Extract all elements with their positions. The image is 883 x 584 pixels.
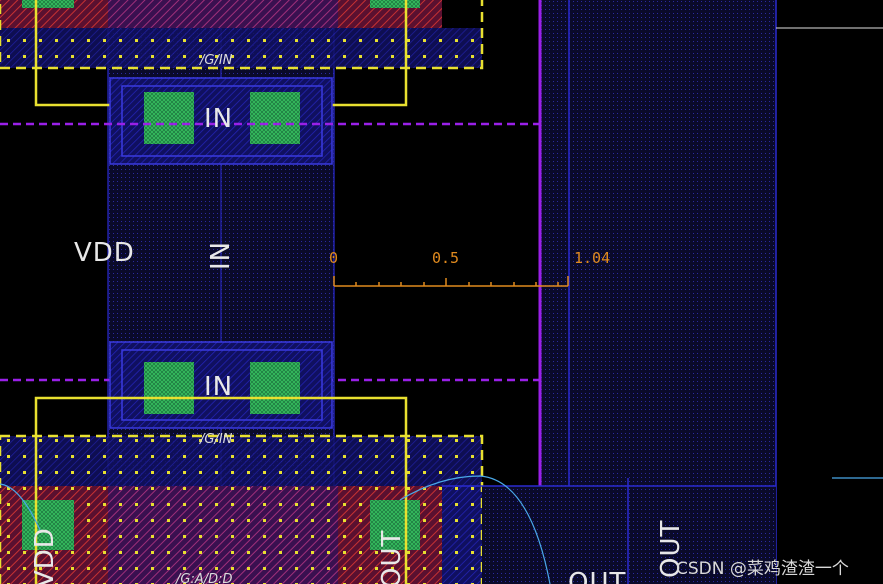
contact-upper-left — [144, 92, 194, 144]
gvdd-label-bottom: /G:A/D:D — [176, 572, 233, 584]
ruler-tick-half: 0.5 — [432, 249, 460, 267]
contact-top-left — [22, 0, 74, 8]
contact-top-right — [370, 0, 420, 8]
layout-drawing[interactable] — [0, 0, 883, 584]
vdd-label-bottom: VDD — [30, 527, 60, 584]
layout-canvas[interactable]: /G/IN IN VDD IN IN /G/IN VDD OUT OUT OUT… — [0, 0, 883, 584]
vdd-label-left: VDD — [74, 238, 135, 268]
contact-upper-right — [250, 92, 300, 144]
watermark: CSDN @菜鸡渣渣一个 — [676, 559, 849, 579]
ruler-tick-end: 1.04 — [574, 249, 611, 267]
out-label-bottom-right: OUT — [568, 568, 627, 584]
gin-label-lower: /G/IN — [200, 432, 233, 447]
measurement-ruler[interactable] — [333, 276, 569, 287]
gin-label-upper: /G/IN — [200, 53, 233, 68]
contact-lower-left — [144, 362, 194, 414]
in-label-lower: IN — [204, 372, 234, 402]
in-label-vertical: IN — [206, 240, 236, 270]
out-label-bottom: OUT — [377, 529, 407, 584]
contact-lower-right — [250, 362, 300, 414]
in-label-upper: IN — [204, 104, 234, 134]
ruler-tick-0: 0 — [329, 249, 339, 267]
